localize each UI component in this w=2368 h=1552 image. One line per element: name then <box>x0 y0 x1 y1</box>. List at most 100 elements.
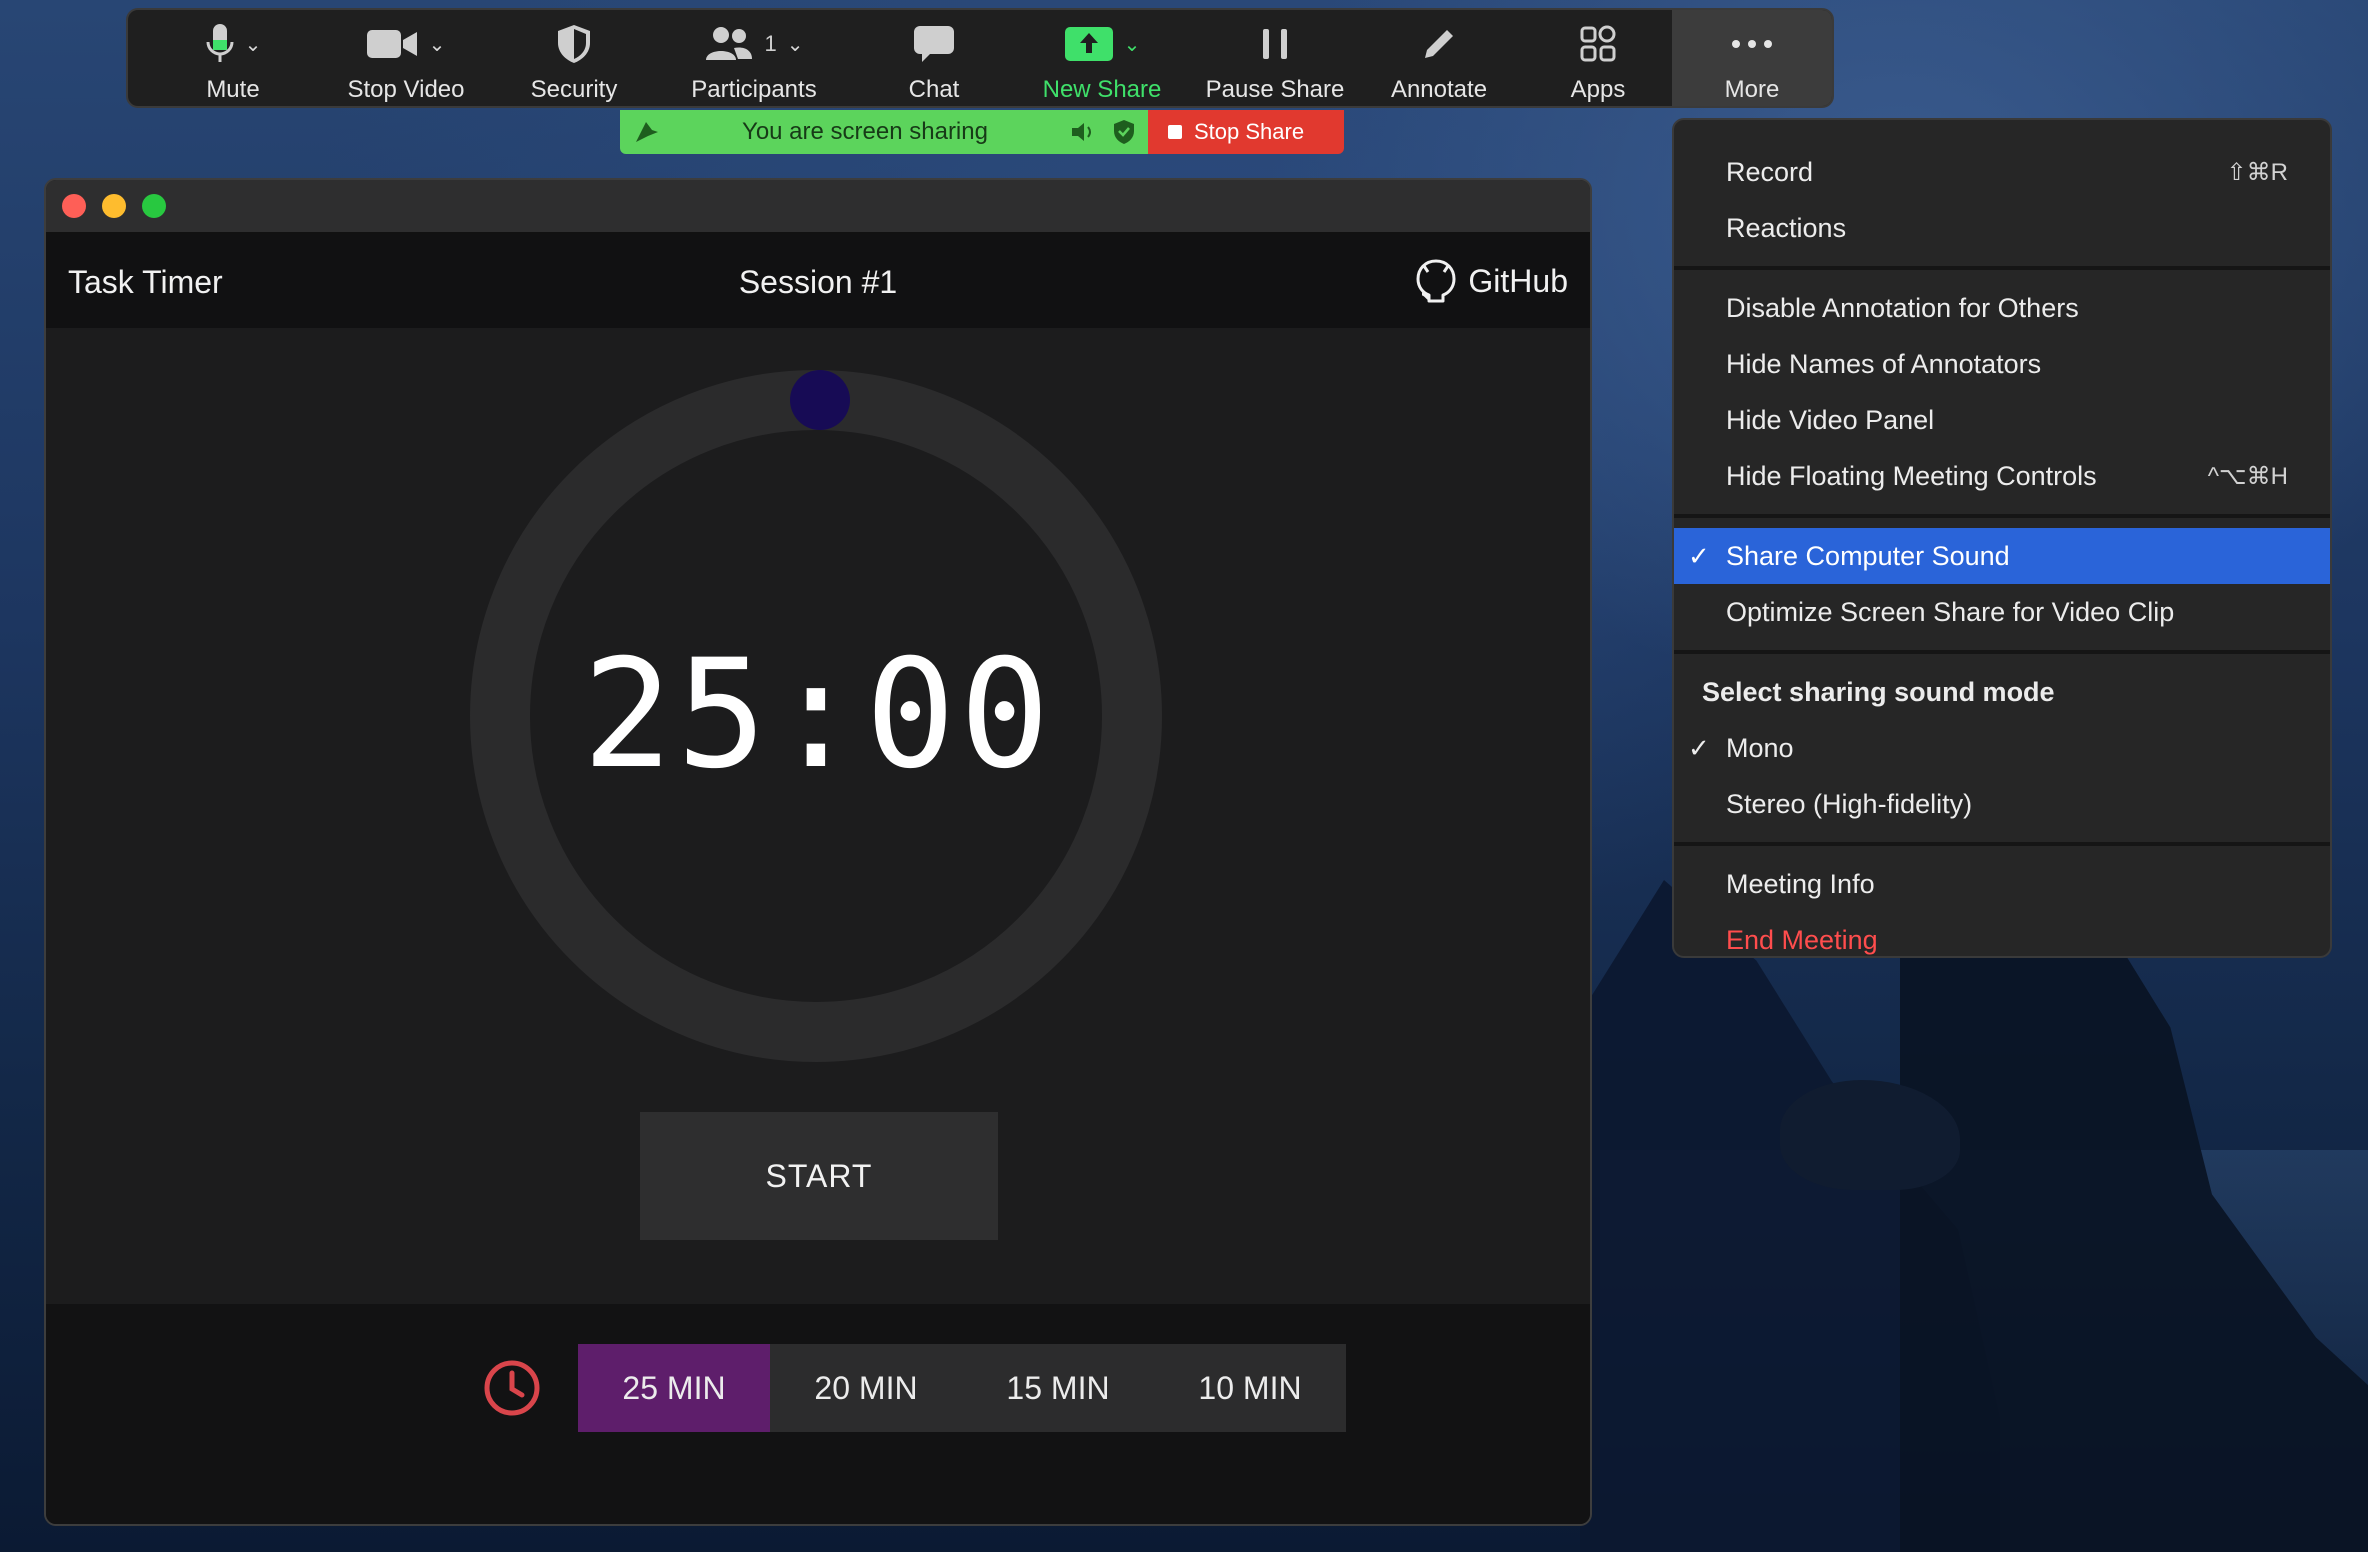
new-share-label: New Share <box>1042 76 1162 103</box>
security-label: Security <box>530 76 618 103</box>
menu-divider <box>1674 266 2330 270</box>
window-zoom-button[interactable] <box>142 194 166 218</box>
participants-icon <box>706 27 753 60</box>
security-button[interactable]: Security <box>504 10 644 106</box>
participants-label: Participants <box>691 76 817 103</box>
stop-share-button[interactable]: Stop Share <box>1148 110 1344 154</box>
meeting-toolbar: ⌄ Mute ⌄ Stop Video Security 1 ⌄ Partici… <box>126 8 1834 108</box>
menu-item-end-meeting[interactable]: End Meeting <box>1674 912 2330 968</box>
chat-bubble-icon <box>914 26 954 62</box>
pause-icon <box>1263 29 1287 59</box>
github-label: GitHub <box>1468 262 1568 299</box>
timer-area: 25:00 START <box>46 328 1590 1304</box>
menu-shortcut: ⇧⌘R <box>2226 158 2288 186</box>
apps-label: Apps <box>1570 76 1626 103</box>
preset-footer: 25 MIN 20 MIN 15 MIN 10 MIN <box>46 1304 1590 1524</box>
more-dropdown-menu: Record ⇧⌘R Reactions Disable Annotation … <box>1672 118 2332 958</box>
more-ellipsis-icon <box>1732 40 1772 48</box>
speaker-icon <box>1072 123 1091 141</box>
screen-sharing-bar: You are screen sharing Stop Share <box>620 110 1344 154</box>
window-minimize-button[interactable] <box>102 194 126 218</box>
menu-item-optimize-video-clip[interactable]: Optimize Screen Share for Video Clip <box>1674 584 2330 640</box>
menu-item-label: Hide Floating Meeting Controls <box>1726 460 2097 491</box>
stop-square-icon <box>1168 125 1182 139</box>
shield-icon <box>558 25 590 63</box>
more-button[interactable]: More <box>1672 10 1832 106</box>
new-share-button[interactable]: ⌄ New Share <box>1004 10 1200 106</box>
menu-section-header: Select sharing sound mode <box>1674 664 2330 720</box>
menu-divider <box>1674 650 2330 654</box>
menu-item-record[interactable]: Record ⇧⌘R <box>1674 144 2330 200</box>
menu-item-label: Disable Annotation for Others <box>1726 292 2079 323</box>
menu-item-share-computer-sound[interactable]: ✓ Share Computer Sound <box>1674 528 2330 584</box>
start-button[interactable]: START <box>640 1112 998 1240</box>
mute-label: Mute <box>206 76 260 103</box>
mute-button[interactable]: ⌄ Mute <box>158 10 308 106</box>
menu-item-label: End Meeting <box>1726 924 1878 955</box>
clock-icon <box>484 1360 540 1416</box>
menu-item-label: Hide Names of Annotators <box>1726 348 2042 379</box>
menu-item-stereo[interactable]: Stereo (High-fidelity) <box>1674 776 2330 832</box>
checkmark-icon: ✓ <box>1688 540 1710 571</box>
apps-button[interactable]: Apps <box>1528 10 1668 106</box>
menu-item-reactions[interactable]: Reactions <box>1674 200 2330 256</box>
video-camera-icon <box>366 30 417 58</box>
progress-knob[interactable] <box>790 370 850 430</box>
menu-divider <box>1674 842 2330 846</box>
security-shield-check-icon <box>1114 120 1134 144</box>
share-screen-icon <box>1064 27 1113 61</box>
sharing-status[interactable]: You are screen sharing <box>620 110 1148 154</box>
pencil-icon <box>1425 30 1453 58</box>
apps-icon <box>1580 25 1616 62</box>
drag-handle-arrow-icon[interactable] <box>632 118 660 146</box>
menu-item-label: Share Computer Sound <box>1726 540 2010 571</box>
menu-item-hide-floating-controls[interactable]: Hide Floating Meeting Controls ^⌥⌘H <box>1674 448 2330 504</box>
share-options-chevron-icon[interactable]: ⌄ <box>1124 32 1141 57</box>
video-options-chevron-icon[interactable]: ⌄ <box>429 32 446 57</box>
microphone-icon <box>206 24 234 62</box>
github-link[interactable]: GitHub <box>1414 258 1568 304</box>
checkmark-icon: ✓ <box>1688 732 1710 763</box>
preset-25-min[interactable]: 25 MIN <box>578 1344 770 1432</box>
more-label: More <box>1724 76 1780 103</box>
session-label: Session #1 <box>738 264 898 300</box>
preset-group: 25 MIN 20 MIN 15 MIN 10 MIN <box>482 1344 1346 1432</box>
pause-share-button[interactable]: Pause Share <box>1200 10 1350 106</box>
menu-item-label: Mono <box>1726 732 1794 763</box>
preset-10-min[interactable]: 10 MIN <box>1154 1344 1346 1432</box>
chat-label: Chat <box>908 76 960 103</box>
task-timer-window: Task Timer Session #1 GitHub 25:00 START… <box>44 178 1592 1526</box>
preset-20-min[interactable]: 20 MIN <box>770 1344 962 1432</box>
menu-item-label: Stereo (High-fidelity) <box>1726 788 1973 819</box>
participants-options-chevron-icon[interactable]: ⌄ <box>787 32 804 57</box>
mute-options-chevron-icon[interactable]: ⌄ <box>245 32 262 57</box>
menu-item-mono[interactable]: ✓ Mono <box>1674 720 2330 776</box>
preset-15-min[interactable]: 15 MIN <box>962 1344 1154 1432</box>
menu-item-label: Optimize Screen Share for Video Clip <box>1726 596 2175 627</box>
annotate-button[interactable]: Annotate <box>1350 10 1528 106</box>
menu-item-hide-video-panel[interactable]: Hide Video Panel <box>1674 392 2330 448</box>
menu-divider <box>1674 514 2330 518</box>
stop-video-button[interactable]: ⌄ Stop Video <box>308 10 504 106</box>
window-titlebar[interactable] <box>46 180 1590 234</box>
participants-count: 1 <box>764 31 777 56</box>
time-display: 25:00 <box>582 628 1054 802</box>
pause-share-label: Pause Share <box>1205 76 1345 103</box>
window-close-button[interactable] <box>62 194 86 218</box>
stop-video-label: Stop Video <box>347 76 465 103</box>
menu-item-hide-names[interactable]: Hide Names of Annotators <box>1674 336 2330 392</box>
menu-shortcut: ^⌥⌘H <box>2207 462 2288 490</box>
github-icon <box>1416 259 1456 303</box>
annotate-label: Annotate <box>1390 76 1488 103</box>
menu-item-label: Meeting Info <box>1726 868 1875 899</box>
menu-item-label: Hide Video Panel <box>1726 404 1935 435</box>
menu-item-label: Reactions <box>1726 212 1847 243</box>
menu-item-disable-annotation[interactable]: Disable Annotation for Others <box>1674 280 2330 336</box>
stop-share-label: Stop Share <box>1194 119 1305 144</box>
menu-item-label: Record <box>1726 156 1814 187</box>
app-header: Task Timer Session #1 GitHub <box>46 234 1590 328</box>
menu-item-meeting-info[interactable]: Meeting Info <box>1674 856 2330 912</box>
chat-button[interactable]: Chat <box>864 10 1004 106</box>
participants-button[interactable]: 1 ⌄ Participants <box>644 10 864 106</box>
sharing-message: You are screen sharing <box>742 118 988 145</box>
